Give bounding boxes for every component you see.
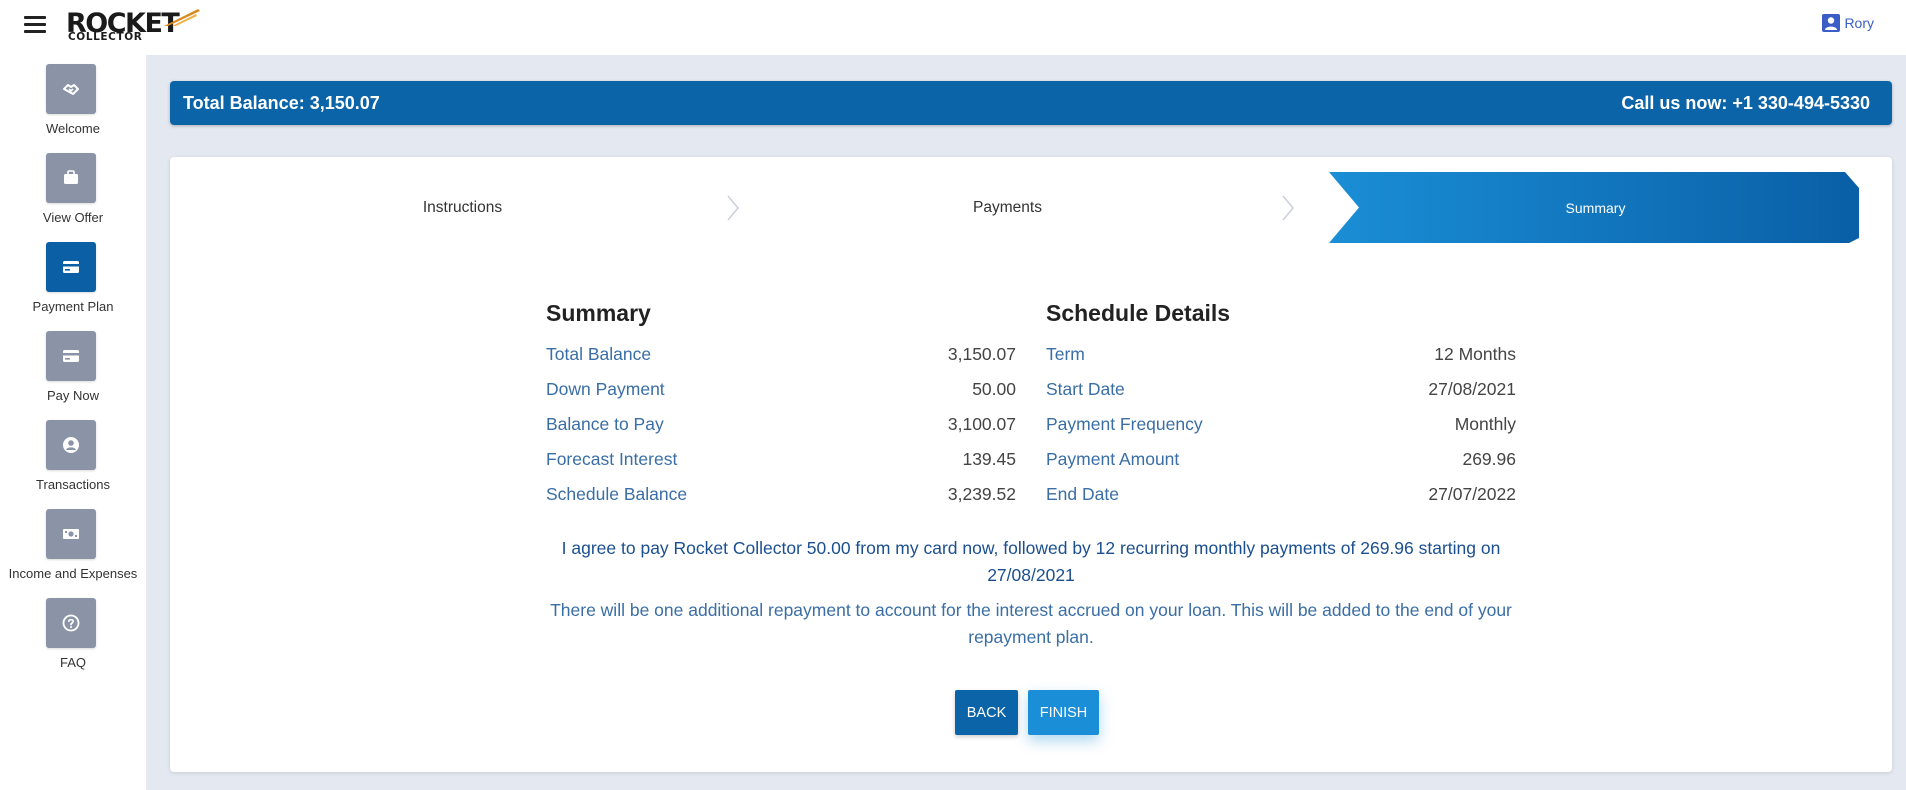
row-value: 3,150.07 xyxy=(947,344,1016,364)
row-value: 3,100.07 xyxy=(947,414,1016,434)
sidebar-item-label: Income and Expenses xyxy=(8,566,138,581)
row-label: Payment Frequency xyxy=(1046,414,1203,434)
sidebar-item-label: Transactions xyxy=(36,477,110,492)
sidebar-icon-box xyxy=(46,153,96,203)
sidebar-item-label: FAQ xyxy=(59,655,86,670)
summary-row: Schedule Balance 3,239.52 xyxy=(546,484,1016,519)
summary-title: Summary xyxy=(546,300,651,326)
step-label: Payments xyxy=(973,198,1042,216)
sidebar-item-payment-plan[interactable]: Payment Plan xyxy=(0,233,146,322)
sidebar-item-pay-now[interactable]: Pay Now xyxy=(0,322,146,411)
row-label: Term xyxy=(1046,344,1085,364)
summary-row: Balance to Pay 3,100.07 xyxy=(546,414,1016,449)
row-value: 3,239.52 xyxy=(947,484,1016,504)
sidebar-icon-box xyxy=(46,331,96,381)
credit-card-icon xyxy=(63,261,79,273)
step-label: Instructions xyxy=(422,198,503,216)
payment-plan-card: Instructions Payments Summary Summary To… xyxy=(170,157,1892,772)
chevron-right-icon xyxy=(1282,195,1294,221)
sidebar-icon-box xyxy=(46,242,96,292)
sidebar-item-label: Welcome xyxy=(46,121,100,136)
menu-icon[interactable] xyxy=(24,16,46,34)
row-label: Down Payment xyxy=(546,379,665,399)
sidebar-item-faq[interactable]: FAQ xyxy=(0,589,146,678)
row-label: Total Balance xyxy=(546,344,652,364)
call-us-phone[interactable]: Call us now: +1 330-494-5330 xyxy=(1621,93,1870,114)
row-label: Start Date xyxy=(1046,379,1125,399)
user-circle-icon xyxy=(63,437,79,453)
step-instructions[interactable]: Instructions xyxy=(190,172,735,243)
row-label: Schedule Balance xyxy=(546,484,688,504)
sidebar-icon-box xyxy=(46,64,96,114)
row-value: 269.96 xyxy=(1462,449,1516,469)
money-bill-icon xyxy=(63,529,79,539)
step-label: Summary xyxy=(1565,199,1626,216)
user-menu[interactable]: Rory xyxy=(1822,14,1874,32)
finish-button[interactable]: FINISH xyxy=(1028,690,1099,735)
rocket-streak-icon xyxy=(164,9,200,26)
schedule-row: Payment Amount 269.96 xyxy=(1046,449,1516,484)
row-value: 12 Months xyxy=(1434,344,1516,364)
user-name: Rory xyxy=(1844,15,1874,31)
logo[interactable]: ROCKET COLLECTOR xyxy=(66,8,202,48)
balance-bar: Total Balance: 3,150.07 Call us now: +1 … xyxy=(170,81,1892,125)
row-value: 27/08/2021 xyxy=(1428,379,1516,399)
sidebar-icon-box xyxy=(46,420,96,470)
schedule-row: Term 12 Months xyxy=(1046,344,1516,379)
row-label: End Date xyxy=(1046,484,1119,504)
sidebar: Welcome View Offer Payment Plan Pay Now … xyxy=(0,55,146,790)
handshake-icon xyxy=(63,84,79,95)
logo-subtext: COLLECTOR xyxy=(68,31,143,43)
briefcase-icon xyxy=(64,170,78,184)
summary-row: Down Payment 50.00 xyxy=(546,379,1016,414)
sidebar-icon-box xyxy=(46,509,96,559)
total-balance: Total Balance: 3,150.07 xyxy=(183,93,380,113)
sidebar-item-label: View Offer xyxy=(42,210,104,225)
user-icon xyxy=(1822,14,1841,32)
row-value: 50.00 xyxy=(972,379,1016,399)
row-label: Balance to Pay xyxy=(546,414,664,434)
row-value: 139.45 xyxy=(962,449,1016,469)
sidebar-item-income-expenses[interactable]: Income and Expenses xyxy=(0,500,146,589)
top-bar: ROCKET COLLECTOR Rory xyxy=(0,0,1906,55)
schedule-row: End Date 27/07/2022 xyxy=(1046,484,1516,519)
summary-row: Forecast Interest 139.45 xyxy=(546,449,1016,484)
summary-row: Total Balance 3,150.07 xyxy=(546,344,1016,379)
interest-note: There will be one additional repayment t… xyxy=(550,600,1512,647)
sidebar-item-label: Pay Now xyxy=(46,388,100,403)
agreement-text: I agree to pay Rocket Collector 50.00 fr… xyxy=(561,538,1501,585)
sidebar-item-welcome[interactable]: Welcome xyxy=(0,55,146,144)
stepper: Instructions Payments Summary xyxy=(170,172,1892,243)
row-label: Forecast Interest xyxy=(546,449,678,469)
sidebar-item-transactions[interactable]: Transactions xyxy=(0,411,146,500)
schedule-row: Start Date 27/08/2021 xyxy=(1046,379,1516,414)
sidebar-item-view-offer[interactable]: View Offer xyxy=(0,144,146,233)
step-payments[interactable]: Payments xyxy=(735,172,1280,243)
step-summary[interactable]: Summary xyxy=(1329,172,1862,243)
back-button[interactable]: BACK xyxy=(955,690,1018,735)
row-label: Payment Amount xyxy=(1046,449,1180,469)
row-value: 27/07/2022 xyxy=(1428,484,1516,504)
sidebar-item-label: Payment Plan xyxy=(32,299,114,314)
summary-section: Summary Total Balance 3,150.07 Down Payme… xyxy=(546,300,1016,519)
credit-card-icon xyxy=(63,350,79,362)
question-circle-icon xyxy=(62,614,80,632)
sidebar-icon-box xyxy=(46,598,96,648)
schedule-section: Schedule Details Term 12 Months Start Dat… xyxy=(1046,300,1516,519)
schedule-title: Schedule Details xyxy=(1046,300,1231,326)
row-value: Monthly xyxy=(1454,414,1516,434)
schedule-row: Payment Frequency Monthly xyxy=(1046,414,1516,449)
